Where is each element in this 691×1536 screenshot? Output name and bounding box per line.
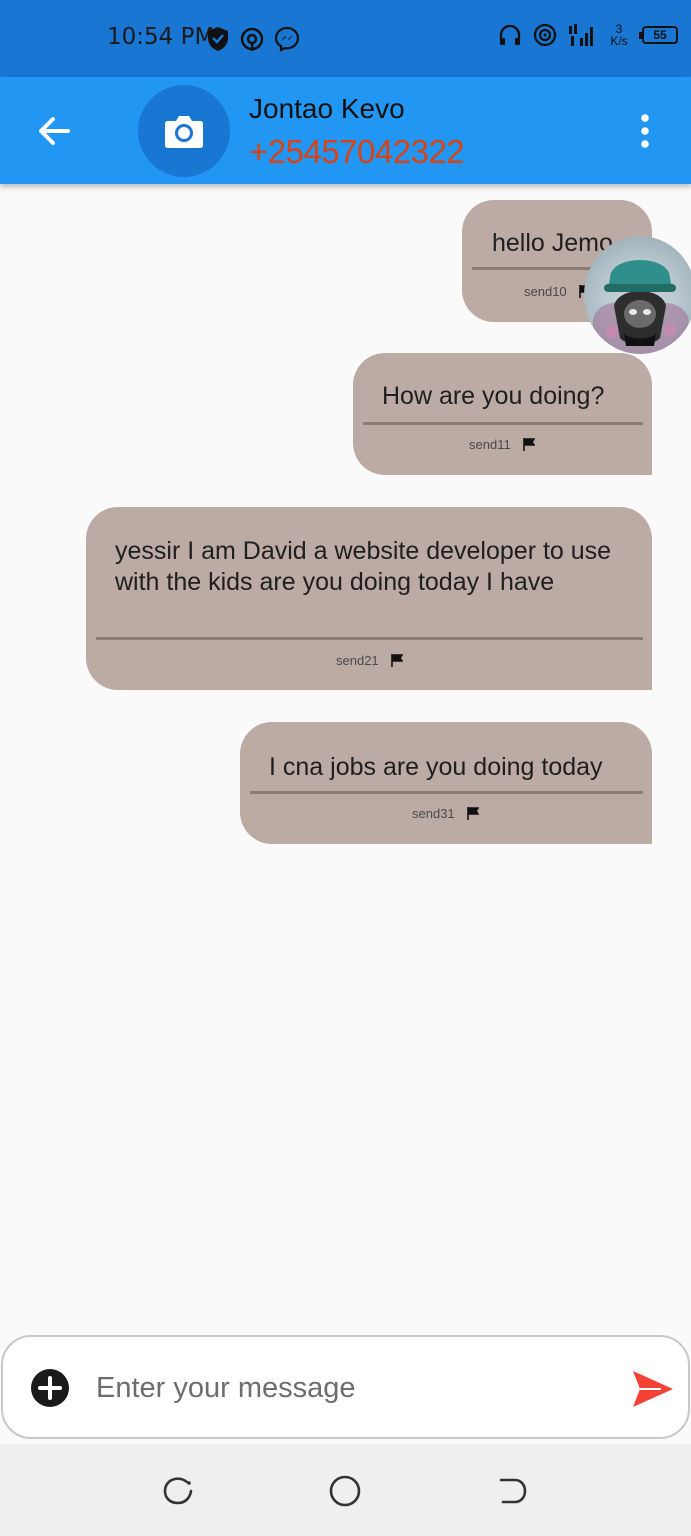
status-icons-left: [206, 26, 300, 52]
message-divider: [363, 422, 643, 425]
network-speed: 3 K/s: [606, 23, 632, 47]
system-nav-bar: [0, 1444, 691, 1536]
headset-icon: [499, 24, 521, 45]
more-vert-icon[interactable]: [630, 113, 660, 149]
message-meta: send21: [336, 653, 403, 668]
battery-icon: 55: [639, 26, 678, 44]
message-status: send31: [412, 806, 455, 821]
message-status: send21: [336, 653, 379, 668]
send-icon[interactable]: [631, 1369, 675, 1409]
message-text: yessir I am David a website developer to…: [115, 537, 612, 596]
contact-name: Jontao Kevo: [249, 93, 405, 124]
signal-icon: [569, 24, 593, 46]
message-meta: send10: [524, 284, 591, 299]
message-text: hello Jemo: [492, 229, 613, 257]
contact-avatar[interactable]: [138, 85, 230, 177]
message-meta: send31: [412, 806, 479, 821]
message-bubble[interactable]: I cna jobs are you doing today send31: [240, 722, 652, 844]
message-text: I cna jobs are you doing today: [269, 753, 603, 781]
flag-icon: [466, 807, 479, 820]
sticker-avatar: [584, 236, 691, 354]
message-text: How are you doing?: [382, 382, 605, 410]
recents-icon[interactable]: [161, 1474, 195, 1508]
status-icons-right: 3 K/s 55: [498, 22, 678, 48]
shield-icon: [208, 27, 228, 51]
message-divider: [96, 637, 643, 640]
flag-icon: [522, 438, 535, 451]
contact-phone: +25457042322: [249, 133, 465, 170]
app-bar: Jontao Kevo +25457042322: [0, 77, 691, 184]
hooded-figure-icon: [592, 260, 689, 354]
wifi-icon: [533, 23, 557, 47]
messenger-icon: [274, 26, 300, 52]
message-divider: [250, 791, 643, 794]
message-status: send11: [469, 437, 511, 452]
back-arrow-icon[interactable]: [34, 111, 74, 151]
message-bubble[interactable]: yessir I am David a website developer to…: [86, 507, 652, 690]
speed-unit: K/s: [610, 34, 628, 48]
camera-icon: [165, 116, 203, 148]
hotspot-icon: [240, 27, 264, 51]
message-composer: [1, 1335, 690, 1439]
message-status: send10: [524, 284, 567, 299]
home-icon[interactable]: [328, 1474, 362, 1508]
add-circle-icon[interactable]: [30, 1368, 70, 1408]
flag-icon: [390, 654, 403, 667]
status-time: 10:54 PM: [107, 24, 215, 50]
message-bubble[interactable]: How are you doing? send11: [353, 353, 652, 475]
status-bar: 10:54 PM 3 K/s 55: [0, 0, 691, 77]
message-meta: send11: [469, 437, 535, 452]
message-input[interactable]: [96, 1361, 596, 1415]
back-icon[interactable]: [495, 1474, 529, 1508]
